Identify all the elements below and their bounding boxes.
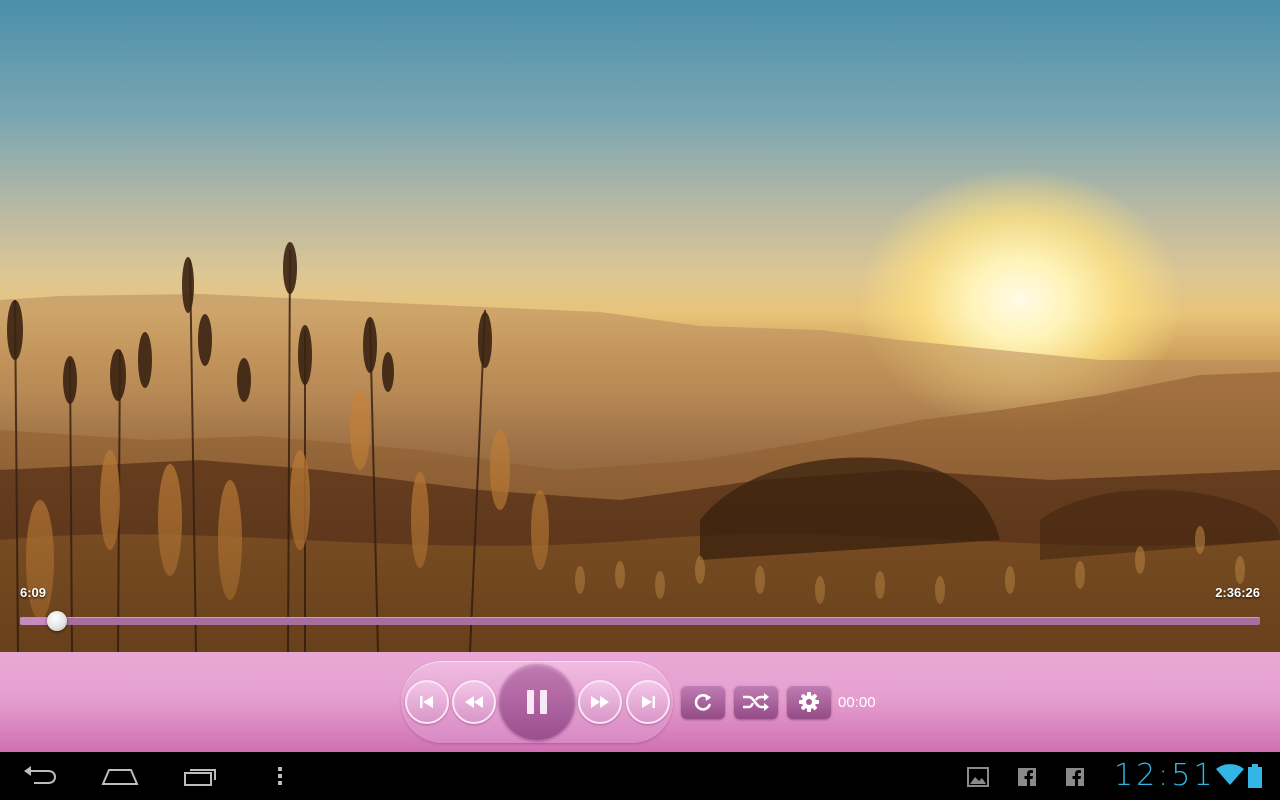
rewind-icon xyxy=(465,696,483,708)
recent-apps-button[interactable] xyxy=(181,762,221,790)
wifi-icon xyxy=(1216,764,1244,785)
facebook-notification[interactable] xyxy=(1064,766,1086,788)
seek-bar[interactable] xyxy=(20,611,1260,631)
video-frame[interactable]: 6:09 2:36:26 xyxy=(0,0,1280,652)
status-clock[interactable]: 12:51 xyxy=(1114,758,1215,793)
repeat-button[interactable] xyxy=(681,685,725,719)
total-duration: 2:36:26 xyxy=(1215,585,1260,600)
skip-previous-icon xyxy=(420,696,433,708)
facebook-notification[interactable] xyxy=(1016,766,1038,788)
shuffle-button[interactable] xyxy=(734,685,778,719)
sleep-timer: 00:00 xyxy=(838,694,876,711)
gallery-icon xyxy=(967,767,989,787)
back-icon xyxy=(24,766,57,784)
screen: 6:09 2:36:26 00:00 12:51 xyxy=(0,0,1280,800)
facebook-icon xyxy=(1018,768,1036,786)
fast-forward-button[interactable] xyxy=(578,680,622,724)
next-button[interactable] xyxy=(626,680,670,724)
rewind-button[interactable] xyxy=(452,680,496,724)
fast-forward-icon xyxy=(591,696,609,708)
system-nav-bar xyxy=(0,752,1280,800)
pause-icon xyxy=(527,690,547,714)
control-bar: 00:00 xyxy=(0,652,1280,752)
battery-icon xyxy=(1248,764,1262,788)
transport-controls xyxy=(401,661,673,743)
pause-button[interactable] xyxy=(499,664,575,740)
previous-button[interactable] xyxy=(405,680,449,724)
skip-next-icon xyxy=(642,696,655,708)
gear-icon xyxy=(799,692,819,712)
video-vignette xyxy=(0,0,1280,652)
facebook-icon xyxy=(1066,768,1084,786)
elapsed-time: 6:09 xyxy=(20,585,47,600)
shuffle-icon xyxy=(743,693,769,711)
repeat-icon xyxy=(694,694,711,711)
home-icon xyxy=(101,769,139,785)
back-button[interactable] xyxy=(20,762,60,790)
gallery-notification[interactable] xyxy=(967,766,989,788)
overflow-menu-button[interactable] xyxy=(270,762,290,790)
home-button[interactable] xyxy=(100,762,140,790)
settings-button[interactable] xyxy=(787,685,831,719)
overflow-menu-icon xyxy=(278,767,282,785)
recent-apps-icon xyxy=(184,769,216,786)
